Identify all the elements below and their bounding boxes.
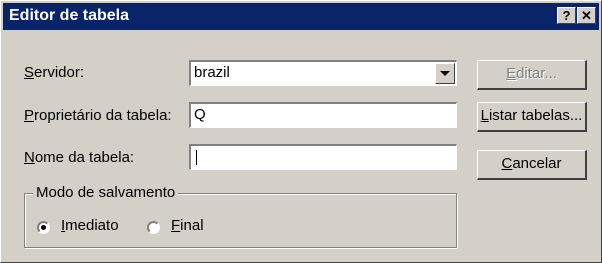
help-button[interactable]: ? [557, 7, 576, 24]
close-button[interactable]: ✕ [577, 7, 596, 24]
owner-input[interactable]: Q [189, 102, 457, 128]
radio-immediate-label[interactable]: Imediato [61, 217, 119, 234]
radio-immediate[interactable] [37, 221, 50, 234]
radio-final-label[interactable]: Final [171, 217, 204, 234]
radio-final[interactable] [147, 221, 160, 234]
chevron-down-icon[interactable] [435, 63, 455, 84]
server-dropdown[interactable]: brazil [189, 60, 457, 86]
table-name-label: Nome da tabela: [24, 149, 135, 166]
radio-selected-dot [41, 225, 46, 230]
cancel-button[interactable]: Cancelar [477, 150, 587, 180]
server-label: Servidor: [24, 64, 85, 81]
owner-value: Q [194, 106, 206, 123]
text-cursor [196, 150, 197, 165]
window-title: Editor de tabela [9, 7, 130, 24]
dialog-window: Editor de tabela ? ✕ Servidor: brazil Pr… [0, 0, 602, 263]
server-value: brazil [194, 64, 230, 81]
table-name-input[interactable] [189, 144, 457, 170]
edit-button[interactable]: Editar... [477, 60, 587, 90]
title-bar: Editor de tabela ? ✕ [3, 3, 599, 30]
list-tables-button[interactable]: Listar tabelas... [477, 102, 587, 132]
owner-label: Proprietário da tabela: [24, 107, 172, 124]
save-mode-group-label: Modo de salvamento [33, 184, 179, 201]
